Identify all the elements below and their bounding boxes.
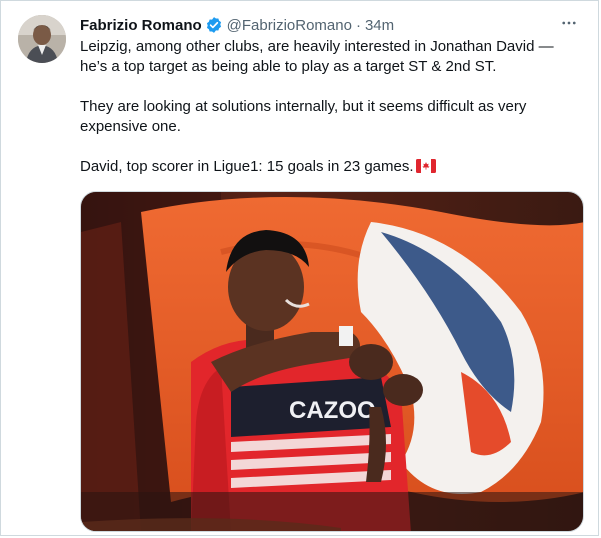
author-handle[interactable]: @FabrizioRomano	[227, 17, 352, 34]
canada-flag-icon	[415, 159, 436, 179]
more-options-icon[interactable]	[556, 12, 582, 34]
tweet-timestamp[interactable]: 34m	[365, 17, 394, 34]
verified-badge-icon	[205, 16, 223, 34]
tweet-card[interactable]: Fabrizio Romano @FabrizioRomano · 34m Le…	[0, 0, 599, 536]
tweet-paragraph-3: David, top scorer in Ligue1: 15 goals in…	[80, 157, 580, 179]
tweet-paragraph-2: They are looking at solutions internally…	[80, 98, 527, 135]
header-separator: ·	[355, 16, 361, 34]
tweet-text: Leipzig, among other clubs, are heavily …	[80, 37, 580, 199]
shirt-sponsor-text: CAZOO	[289, 397, 376, 424]
author-name[interactable]: Fabrizio Romano	[80, 17, 202, 34]
avatar-photo	[18, 15, 66, 63]
tweet-paragraph-3-text: David, top scorer in Ligue1: 15 goals in…	[80, 158, 414, 175]
author-avatar[interactable]	[18, 15, 66, 63]
tweet-media-photo[interactable]: CAZOO	[80, 191, 584, 532]
player-photo: CAZOO	[81, 192, 583, 531]
tweet-paragraph-1: Leipzig, among other clubs, are heavily …	[80, 38, 554, 75]
tweet-header: Fabrizio Romano @FabrizioRomano · 34m	[80, 14, 394, 36]
